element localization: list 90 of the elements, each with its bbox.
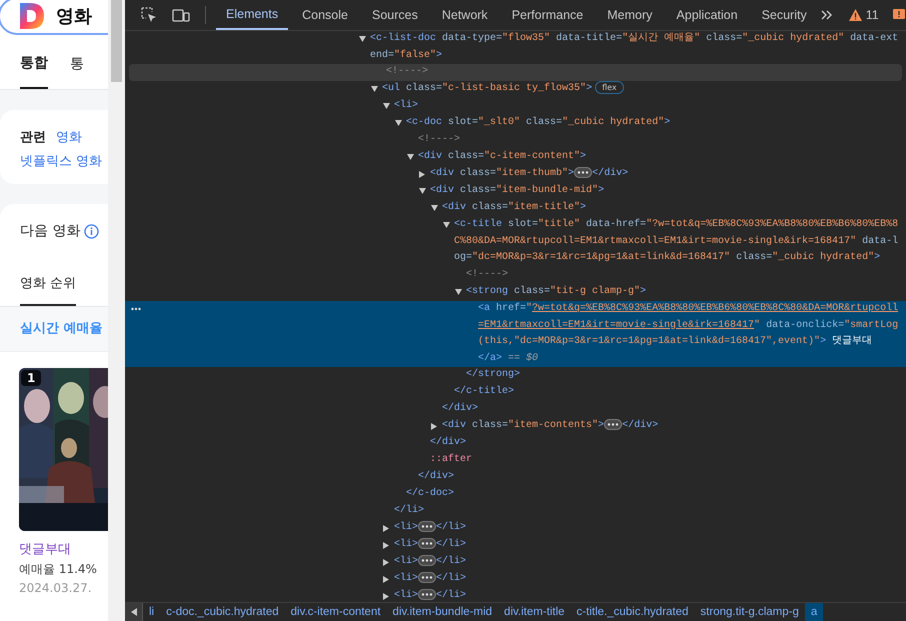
info-icon[interactable] [84, 224, 100, 238]
devtools-tab[interactable]: Memory [597, 0, 662, 30]
ellipsis-icon[interactable] [604, 419, 622, 430]
collapse-triangle-icon[interactable] [455, 288, 462, 296]
dom-node-row[interactable]: <div class="item-title"> [125, 200, 906, 218]
collapse-triangle-icon[interactable] [407, 154, 414, 162]
flex-badge[interactable]: flex [595, 81, 624, 94]
issue-icon[interactable] [892, 9, 905, 21]
dom-node-row[interactable]: <div class="item-bundle-mid"> [125, 183, 906, 200]
section-title: 다음 영화 [20, 222, 80, 240]
dom-node-row[interactable]: <li> </li> [125, 537, 906, 554]
search-tab[interactable]: 통 [70, 49, 84, 89]
dom-close-row-text: </div> [417, 470, 456, 484]
devtools-tab[interactable]: Application [666, 0, 748, 30]
collapse-triangle-icon[interactable] [395, 120, 402, 128]
devtools-tab[interactable]: Network [432, 0, 498, 30]
dom-node-row[interactable]: <!----> [125, 266, 906, 284]
dom-node-row[interactable]: <li> </li> [125, 571, 906, 588]
movie-title-link[interactable]: 댓글부대 [19, 540, 108, 558]
dom-close-row-text: </div> [441, 402, 480, 416]
more-tabs-icon[interactable] [820, 10, 833, 20]
dom-close-row-text: </li> [393, 504, 426, 518]
expand-triangle-icon[interactable] [383, 525, 390, 532]
expand-triangle-icon[interactable] [383, 542, 390, 550]
related-label: 관련 [20, 129, 46, 146]
breadcrumb[interactable]: div.item-bundle-mid [386, 603, 498, 621]
devtools-tab[interactable]: Elements [216, 0, 288, 30]
collapse-triangle-icon[interactable] [359, 36, 366, 43]
ellipsis-icon[interactable] [574, 167, 592, 178]
ellipsis-icon[interactable] [418, 572, 436, 584]
dom-close-row-text: </strong> [465, 368, 522, 382]
dom-node-row[interactable]: <li> </li> [125, 554, 906, 572]
dom-node-row[interactable]: ::after [125, 452, 906, 470]
devtools-tab[interactable]: Sources [362, 0, 428, 30]
breadcrumb[interactable]: a [804, 603, 824, 621]
booking-rate: 예매율 11.4% [19, 561, 98, 578]
rank-badge: 1 [21, 370, 42, 386]
dom-node-row[interactable]: <li> </li> [125, 588, 906, 602]
dom-close-row-text: </c-doc> [405, 486, 456, 502]
dom-node-row[interactable]: <div class="item-contents"> </div> [125, 418, 906, 436]
ellipsis-icon[interactable] [418, 555, 436, 566]
breadcrumb[interactable]: strong.tit-g.clamp-g [694, 603, 805, 621]
devtools-tab[interactable]: Console [292, 0, 358, 30]
left-triangle-icon [130, 608, 136, 616]
search-tab[interactable]: 통합 [20, 49, 48, 89]
collapse-triangle-icon[interactable] [383, 103, 390, 110]
collapse-triangle-icon[interactable] [431, 205, 438, 212]
expand-triangle-icon[interactable] [419, 171, 426, 178]
dom-node-row[interactable]: <li> </li> [125, 520, 906, 538]
dom-node-row[interactable]: <strong class="tit-g clamp-g"> [125, 284, 906, 301]
collapse-triangle-icon[interactable] [443, 222, 450, 230]
expand-triangle-icon[interactable] [431, 423, 438, 430]
warning-count[interactable]: 11 [866, 8, 879, 22]
collapse-triangle-icon[interactable] [419, 188, 426, 196]
dom-node-row[interactable]: <c-doc slot="_slt0" class="_cubic hydrated"> [125, 115, 906, 132]
devtools-tab[interactable]: Performance [502, 0, 594, 30]
release-date: 2024.03.27. [19, 581, 93, 595]
ellipsis-icon[interactable] [418, 521, 436, 532]
more-icon[interactable] [131, 306, 141, 311]
scroll-left-button[interactable] [125, 603, 143, 621]
logo-icon [20, 3, 44, 29]
expand-triangle-icon[interactable] [383, 593, 390, 600]
inspect-icon[interactable] [141, 7, 157, 23]
ellipsis-icon[interactable] [418, 589, 436, 600]
dom-node-row[interactable]: <ul class="c-list-basic ty_flow35"> flex [125, 81, 906, 98]
dom-node-row[interactable]: <div class="c-item-content"> [125, 149, 906, 166]
dom-close-row-text: </c-title> [453, 384, 516, 400]
warning-icon[interactable] [848, 9, 862, 21]
expand-triangle-icon[interactable] [383, 559, 390, 566]
dom-node-row[interactable]: <!----> [125, 132, 906, 150]
related-link[interactable]: 넷플릭스 영화 [20, 154, 102, 169]
collapse-triangle-icon[interactable] [371, 86, 378, 94]
expand-triangle-icon[interactable] [383, 576, 390, 584]
related-link[interactable]: 영화 [56, 128, 82, 146]
breadcrumb[interactable]: div.c-item-content [284, 603, 387, 621]
breadcrumb[interactable]: c-doc._cubic.hydrated [160, 603, 285, 621]
breadcrumb[interactable]: div.item-title [498, 603, 571, 621]
breadcrumb[interactable]: c-title._cubic.hydrated [570, 603, 694, 621]
ellipsis-icon[interactable] [418, 538, 436, 550]
device-icon[interactable] [172, 8, 190, 22]
dom-node-row[interactable]: <li> [125, 98, 906, 116]
scrollbar[interactable] [108, 0, 125, 621]
scrollbar-thumb[interactable] [111, 0, 122, 82]
devtools-tab[interactable]: Security [752, 0, 817, 30]
dom-close-row-text: </div> [429, 436, 468, 450]
breadcrumb[interactable]: li [143, 603, 160, 621]
dom-node-row[interactable]: <c-list-doc data-type="flow35" data-title="실시간 예매율" class="_cubic hydrated" data-extend="false"> [125, 31, 906, 64]
dom-node-row[interactable]: <div class="item-thumb"> </div> [125, 166, 906, 184]
dom-node-row[interactable]: <a href="?w=tot&q=%EB%8C%93%EA%B8%80%EB%B6%80%EB%8C%80&DA=MOR&rtupcoll=EM1&rtmaxcoll=EM1&irt=movie-single&irk=168417" data-onclick="smartLog(this,"dc=MOR&p=3&r=1&rc=1&pg=1&at=link&d=168417",event)"> 댓글부대 </a> == $0 [125, 300, 906, 368]
dom-node-row[interactable]: <c-title slot="title" data-href="?w=tot&q=%EB%8C%93%EA%B8%80%EB%B6%80%EB%8C%80&DA=MOR&rtupcoll=EM1&rtmaxcoll=EM1&irt=movie-single&irk=168417" data-log="dc=MOR&p=3&r=1&rc=1&pg=1&at=link&d=168417" class="_cubic hydrated"> [125, 217, 906, 267]
